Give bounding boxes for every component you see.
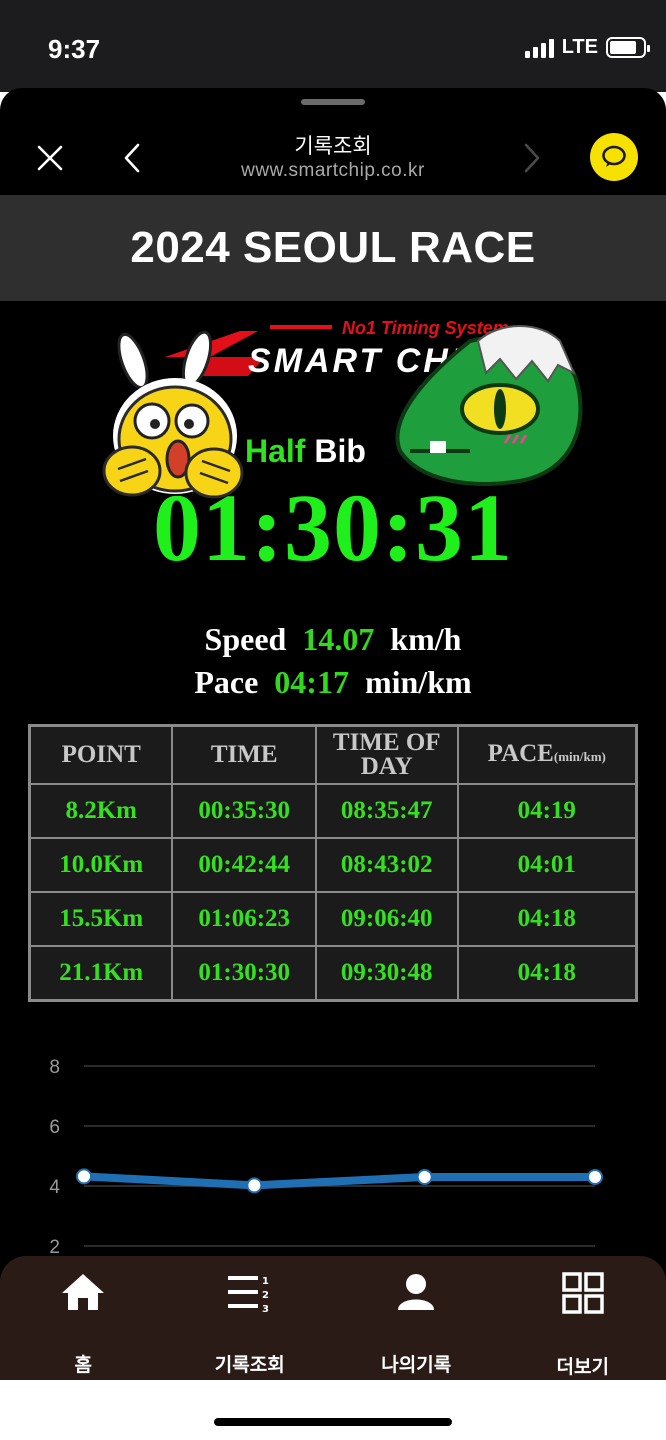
split-pace: 04:18	[457, 892, 636, 946]
table-row: 8.2Km 00:35:30 08:35:47 04:19	[30, 784, 636, 838]
speed-label: Speed	[204, 621, 287, 657]
chevron-right-icon	[524, 143, 540, 173]
pace-line-chart: 2 4 6 8	[49, 1057, 603, 1258]
table-row: 15.5Km 01:06:23 09:06:40 04:18	[30, 892, 636, 946]
bib-label: Bib	[314, 433, 366, 469]
chart-data-point[interactable]	[246, 1177, 263, 1194]
header-pace: PACE(min/km)	[457, 726, 636, 784]
split-pace: 04:18	[457, 946, 636, 1000]
network-type: LTE	[561, 36, 598, 58]
splits-table: POINT TIME TIME OF DAY PACE(min/km) 8.2K…	[28, 724, 638, 1002]
split-time: 00:35:30	[172, 784, 316, 838]
split-time-of-day: 09:06:40	[315, 892, 458, 946]
race-title: 2024 SEOUL RACE	[130, 223, 536, 272]
tab-more-label: 더보기	[556, 1356, 609, 1378]
chart-y-tick-label: 6	[49, 1117, 60, 1138]
svg-text:1: 1	[262, 1276, 269, 1287]
race-category: Half	[245, 433, 306, 469]
signal-icon	[524, 38, 554, 58]
pace-unit: min/km	[364, 664, 472, 700]
kakaotalk-share-button[interactable]	[590, 133, 638, 181]
svg-text:3: 3	[262, 1304, 269, 1312]
chart-y-tick-label: 2	[49, 1237, 60, 1258]
bunny-character-sticker	[102, 330, 244, 499]
splits-header-row: POINT TIME TIME OF DAY PACE(min/km)	[30, 726, 636, 784]
race-stats: Speed 14.07 km/h Pace 04:17 min/km	[0, 618, 666, 704]
browser-navbar: 기록조회 www.smartchip.co.kr	[0, 88, 666, 196]
status-time: 9:37	[48, 34, 101, 64]
header-point: POINT	[30, 726, 173, 784]
grid-icon	[562, 1272, 604, 1314]
svg-text:2: 2	[262, 1290, 269, 1301]
ranking-list-icon: 1 2 3	[226, 1272, 274, 1312]
bib-line: Half Bib	[245, 433, 366, 470]
chart-data-point[interactable]	[587, 1169, 603, 1185]
split-pace: 04:19	[457, 784, 636, 838]
header-time: TIME	[172, 726, 316, 784]
chart-data-point[interactable]	[76, 1168, 92, 1185]
split-time-of-day: 09:30:48	[315, 946, 458, 1000]
speed-unit: km/h	[390, 621, 462, 657]
chart-y-tick-label: 8	[49, 1057, 60, 1078]
browser-title: 기록조회	[294, 134, 372, 158]
home-indicator[interactable]	[214, 1418, 452, 1426]
split-pace: 04:01	[457, 838, 636, 892]
tab-my-records[interactable]: 나의기록	[333, 1256, 500, 1383]
speed-row: Speed 14.07 km/h	[0, 618, 666, 661]
bottom-tab-bar: 홈 1 2 3 기록조회 나의기록 더보기	[0, 1256, 666, 1385]
speed-value: 14.07	[302, 621, 375, 657]
table-row: 10.0Km 00:42:44 08:43:02 04:01	[30, 838, 636, 892]
header-pace-label: PACE	[487, 739, 554, 767]
table-row: 21.1Km 01:30:30 09:30:48 04:18	[30, 946, 636, 1000]
race-banner: 2024 SEOUL RACE	[0, 195, 666, 301]
logo-tagline: No1 Timing System	[342, 318, 509, 338]
status-bar: 9:37 LTE	[0, 0, 666, 92]
tab-records[interactable]: 1 2 3 기록조회	[167, 1256, 334, 1383]
person-icon	[396, 1272, 436, 1312]
header-time-of-day: TIME OF DAY	[315, 726, 458, 784]
split-time: 00:42:44	[172, 838, 316, 892]
tab-my-records-label: 나의기록	[381, 1354, 452, 1376]
split-time-of-day: 08:43:02	[315, 838, 458, 892]
forward-button[interactable]	[512, 138, 552, 178]
tab-more[interactable]: 더보기	[500, 1256, 666, 1385]
split-point: 15.5Km	[30, 892, 173, 946]
home-indicator-area	[0, 1380, 666, 1440]
split-point: 10.0Km	[30, 838, 173, 892]
split-time: 01:30:30	[172, 946, 316, 1000]
split-point: 8.2Km	[30, 784, 173, 838]
chart-series-line	[83, 1172, 595, 1190]
chart-data-point[interactable]	[416, 1169, 433, 1185]
pace-row: Pace 04:17 min/km	[0, 661, 666, 704]
status-indicators: LTE	[524, 36, 650, 59]
tab-records-label: 기록조회	[214, 1354, 285, 1376]
finish-time: 01:30:31	[153, 474, 513, 581]
header-pace-unit: (min/km)	[553, 748, 606, 764]
battery-icon	[606, 37, 650, 58]
split-time-of-day: 08:35:47	[315, 784, 458, 838]
home-icon	[60, 1272, 106, 1312]
pace-label: Pace	[194, 664, 259, 700]
browser-url: www.smartchip.co.kr	[241, 160, 425, 181]
split-point: 21.1Km	[30, 946, 173, 1000]
tab-home-label: 홈	[74, 1354, 92, 1376]
chart-y-tick-label: 4	[49, 1177, 60, 1198]
split-time: 01:06:23	[172, 892, 316, 946]
pace-value: 04:17	[274, 664, 349, 700]
kakaotalk-icon	[602, 145, 626, 167]
in-app-browser-sheet: 기록조회 www.smartchip.co.kr 2024 SEOUL RACE…	[0, 88, 666, 1380]
tab-home[interactable]: 홈	[0, 1256, 167, 1383]
